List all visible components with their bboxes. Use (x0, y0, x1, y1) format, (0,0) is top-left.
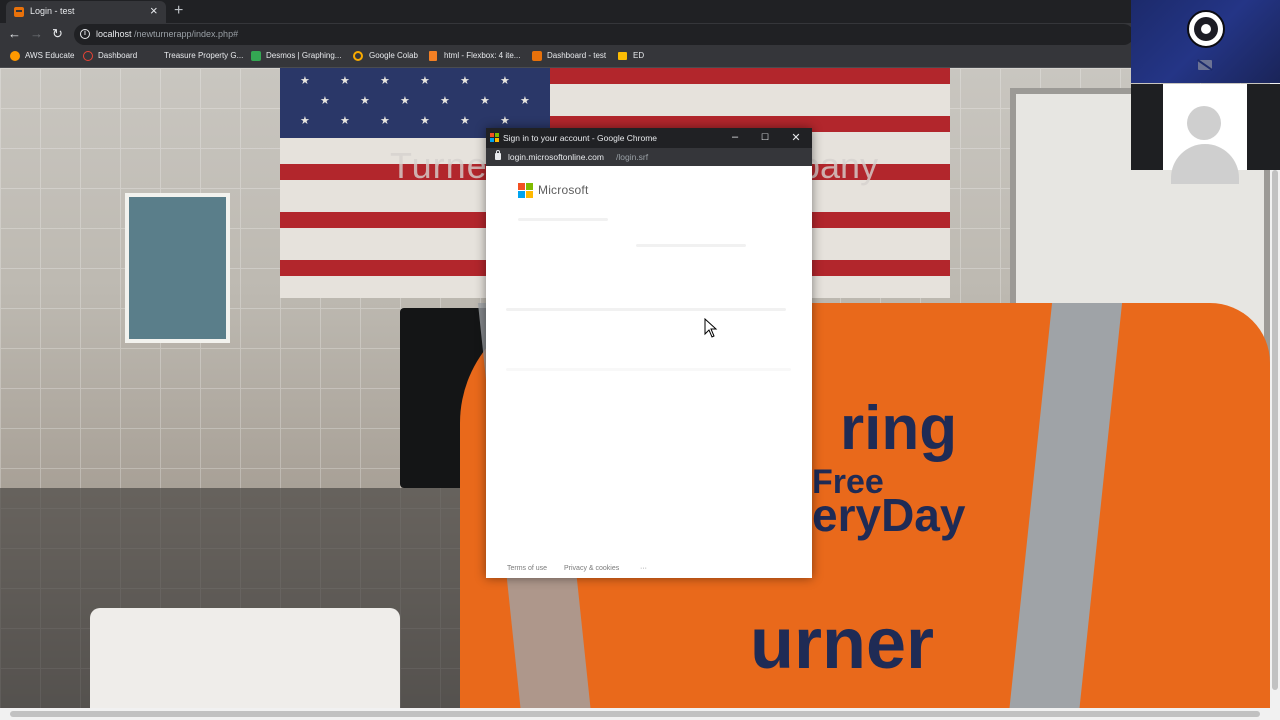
browser-toolbar: ← → ↻ i localhost /newturnerapp/index.ph… (0, 23, 1280, 46)
popup-window-title: Sign in to your account - Google Chrome (503, 133, 658, 143)
address-bar[interactable]: i localhost /newturnerapp/index.php# (74, 24, 1134, 45)
vest-text-line1: ring (840, 394, 958, 463)
dashboard-icon (83, 51, 93, 61)
close-window-icon[interactable]: ✕ (789, 131, 803, 144)
mouse-cursor-icon (704, 317, 718, 338)
horizontal-scrollbar[interactable] (0, 708, 1280, 720)
reload-icon[interactable]: ↻ (52, 26, 63, 42)
dashboard-test-icon (532, 51, 542, 61)
url-host: localhost (96, 29, 132, 39)
wall-poster (125, 193, 230, 343)
signin-popup-window: Sign in to your account - Google Chrome … (486, 128, 812, 578)
bookmarks-bar: AWS Educate Dashboard Treasure Property … (0, 46, 1280, 68)
back-arrow-icon[interactable]: ← (8, 26, 21, 41)
desmos-icon (251, 51, 261, 61)
microsoft-brand: Microsoft (538, 183, 589, 197)
bookmark-treasure-property[interactable]: Treasure Property G... (164, 51, 243, 60)
loading-placeholder (506, 368, 791, 371)
camera-off-icon[interactable] (1198, 60, 1212, 70)
url-path: /newturnerapp/index.php# (134, 29, 239, 39)
obs-camera-tile (1131, 0, 1280, 83)
obs-logo-icon (1187, 10, 1225, 48)
bookmark-dashboard-test[interactable]: Dashboard - test (547, 51, 606, 60)
new-tab-icon[interactable]: + (174, 2, 183, 20)
bookmark-google-colab[interactable]: Google Colab (369, 51, 418, 60)
tissue-box (90, 608, 400, 708)
tab-title: Login - test (30, 6, 75, 16)
terms-of-use-link[interactable]: Terms of use (507, 565, 547, 572)
bookmark-flexbox[interactable]: html - Flexbox: 4 ite... (444, 51, 520, 60)
vest-text-line4: urner (750, 604, 935, 684)
privacy-cookies-link[interactable]: Privacy & cookies (564, 565, 619, 572)
popup-footer: Terms of use Privacy & cookies ··· (486, 562, 812, 578)
avatar (1163, 84, 1247, 184)
loading-placeholder (518, 218, 608, 221)
folder-icon (618, 52, 627, 60)
minimize-icon[interactable]: – (728, 131, 742, 143)
popup-url-host: login.microsoftonline.com (508, 152, 604, 162)
vest-text-line3: eryDay (812, 489, 966, 541)
popup-url-bar[interactable]: login.microsoftonline.com /login.srf (486, 148, 812, 166)
participant-camera-tile (1131, 84, 1280, 184)
aws-icon (10, 51, 20, 61)
bookmark-dashboard[interactable]: Dashboard (98, 51, 137, 60)
maximize-icon[interactable]: ☐ (758, 132, 772, 143)
loading-placeholder (636, 244, 746, 247)
close-tab-icon[interactable]: × (150, 3, 158, 18)
bookmark-aws-educate[interactable]: AWS Educate (25, 51, 75, 60)
microsoft-logo-icon (518, 183, 534, 199)
page-title-left: Turne (390, 145, 488, 186)
bookmark-desmos[interactable]: Desmos | Graphing... (266, 51, 341, 60)
forward-arrow-icon[interactable]: → (30, 26, 43, 41)
tab-strip: Login - test × + (0, 0, 1280, 23)
tab-favicon-icon (14, 7, 24, 17)
more-options-icon[interactable]: ··· (640, 565, 647, 572)
loading-placeholder (506, 308, 786, 311)
lock-icon (495, 150, 501, 160)
popup-url-path: /login.srf (616, 152, 649, 162)
popup-titlebar[interactable]: Sign in to your account - Google Chrome … (486, 128, 812, 148)
browser-tab[interactable]: Login - test × (6, 1, 166, 23)
stackoverflow-icon (429, 51, 437, 61)
microsoft-favicon-icon (490, 133, 500, 143)
bookmark-ed-folder[interactable]: ED (633, 51, 644, 60)
info-icon[interactable]: i (80, 29, 90, 39)
colab-icon (353, 51, 363, 61)
